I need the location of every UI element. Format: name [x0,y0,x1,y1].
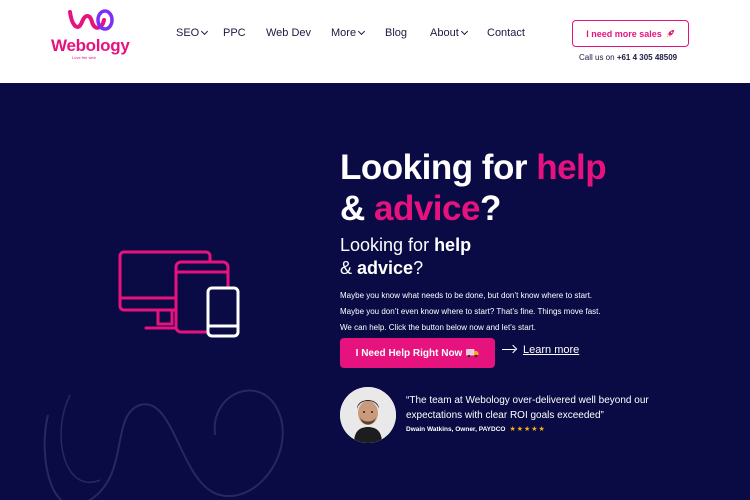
nav-item-more[interactable]: More [331,27,366,39]
nav-item-blog[interactable]: Blog [385,27,407,39]
need-help-label: I Need Help Right Now [355,347,463,359]
arrow-right-icon [502,345,516,355]
site-header: Webology Love the web SEO PPC Web Dev Mo… [0,0,750,83]
testimonial-author: Dwain Watkins, Owner, PAYDCO ★★★★★ [406,426,546,433]
star-rating: ★★★★★ [509,426,546,433]
logo-tagline: Love the web [72,55,96,60]
need-more-sales-button[interactable]: I need more sales [572,20,689,47]
nav-item-about[interactable]: About [430,27,468,39]
avatar [340,387,396,443]
need-help-button[interactable]: I Need Help Right Now [340,338,495,368]
nav-item-contact[interactable]: Contact [487,27,525,39]
chevron-down-icon [201,27,209,36]
hero-subtitle: Looking for help & advice? [340,235,472,278]
devices-icon [118,250,240,338]
person-photo-icon [340,387,396,443]
chevron-down-icon [358,27,366,36]
call-us-text: Call us on +61 4 305 48509 [579,53,678,62]
background-logo-icon [43,389,284,500]
phone-number[interactable]: +61 4 305 48509 [617,53,677,62]
need-more-sales-label: I need more sales [586,28,662,39]
learn-more-link[interactable]: Learn more [502,344,579,356]
nav-item-ppc[interactable]: PPC [223,27,246,39]
truck-icon [466,349,479,358]
nav-item-seo[interactable]: SEO [176,27,209,39]
rocket-icon [666,29,674,38]
hero-title: Looking for help & advice? [340,148,607,228]
logo[interactable]: Webology Love the web [50,8,132,60]
logo-text: Webology [51,36,130,55]
nav-item-web-dev[interactable]: Web Dev [266,27,311,39]
chevron-down-icon [460,27,468,36]
logo-mark-icon [68,9,114,31]
hero-body-text: Maybe you know what needs to be done, bu… [340,291,601,332]
testimonial-quote: “The team at Webology over-delivered wel… [406,395,649,421]
